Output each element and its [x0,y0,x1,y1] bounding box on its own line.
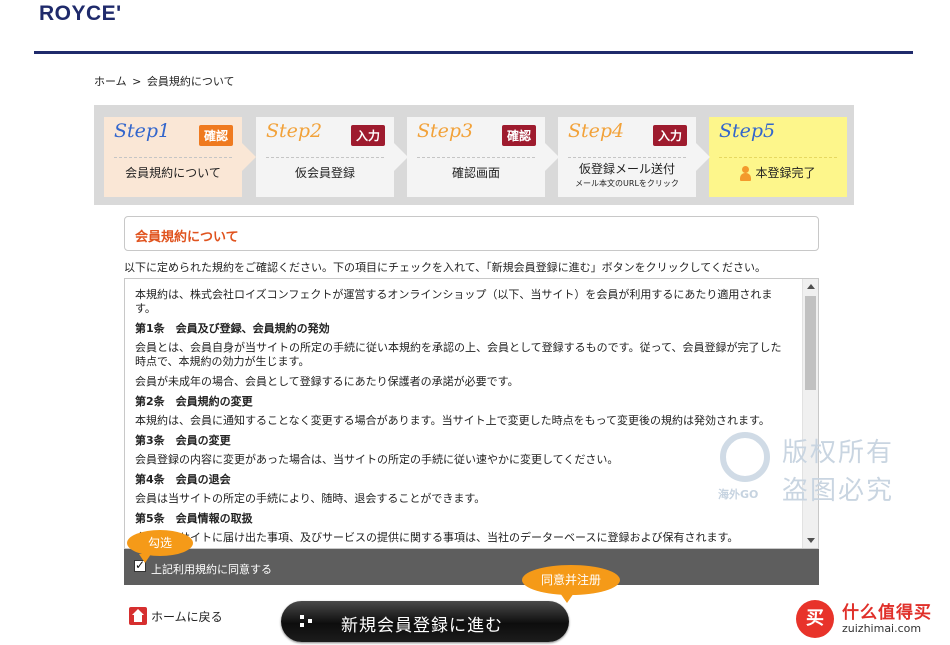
step-divider [266,157,384,158]
step-1-badge: 確認 [199,125,234,146]
step-3: Step3 確認 確認画面 [407,117,559,197]
step-4-name: Step4 [568,120,625,142]
step-5-label-block: 本登録完了 [709,164,847,181]
step-2-label: 仮会員登録 [294,166,355,180]
step-4: Step4 入力 仮登録メール送付 メール本文のURLをクリック [558,117,710,197]
annotation-bubble-check: 勾选 [127,530,193,563]
breadcrumb: ホーム > 会員規約について [94,73,237,89]
step-5-name: Step5 [719,120,776,142]
step-3-label: 確認画面 [451,166,500,180]
agree-label[interactable]: 上記利用規約に同意する [151,561,272,577]
home-link[interactable]: ホームに戻る [129,607,223,625]
watermark-haiwaigo: 海外GO 版权所有 盗图必究 [718,432,908,506]
terms-scroll-box[interactable]: 本規約は、株式会社ロイズコンフェクトが運営するオンラインショップ（以下、当サイト… [124,278,819,549]
step-3-badge: 確認 [502,125,537,146]
page: ROYCE' ホーム > 会員規約について Step1 確認 会員規約について … [0,0,950,645]
terms-scrollbar[interactable] [802,279,818,548]
article-4-para-1: 会員は当サイトの所定の手続により、随時、退会することができます。 [135,492,486,505]
terms-intro: 本規約は、株式会社ロイズコンフェクトが運営するオンラインショップ（以下、当サイト… [135,288,773,315]
step-4-sublabel: メール本文のURLをクリック [575,179,679,188]
step-divider [719,157,837,158]
register-button[interactable]: 新規会員登録に進む [281,601,569,642]
step-2-name: Step2 [266,120,323,142]
article-1-para-2: 会員が未成年の場合、会員として登録するにあたり保護者の承諾が必要です。 [135,375,519,388]
home-link-label[interactable]: ホームに戻る [151,608,223,625]
step-2: Step2 入力 仮会員登録 [256,117,408,197]
royce-logo[interactable]: ROYCE' [39,2,122,26]
breadcrumb-separator: > [132,75,142,88]
dots-icon [300,615,312,627]
scroll-down-arrow-icon[interactable] [807,538,815,543]
scroll-up-arrow-icon[interactable] [807,284,815,289]
step-arrow [394,143,408,171]
step-1-label: 会員規約について [125,166,221,180]
header-divider [34,51,913,54]
watermark-line-1: 版权所有 [782,438,895,468]
article-2-heading: 第2条 会員規約の変更 [135,395,253,408]
step-2-badge: 入力 [351,125,386,146]
step-arrow [545,143,559,171]
article-3-para-1: 会員登録の内容に変更があった場合は、当サイトの所定の手続に従い速やかに変更してく… [135,453,619,466]
article-1-heading: 第1条 会員及び登録、会員規約の発効 [135,322,330,335]
registration-steps: Step1 確認 会員規約について Step2 入力 仮会員登録 Step3 確… [94,105,854,205]
smzdm-url: zuizhimai.com [842,622,922,635]
step-4-badge: 入力 [653,125,688,146]
step-5: Step5 本登録完了 [709,117,847,197]
article-2-para-1: 本規約は、会員に通知することなく変更する場合があります。当サイト上で変更した時点… [135,414,770,427]
step-divider [417,157,535,158]
intro-text: 以下に定められた規約をご確認ください。下の項目にチェックを入れて、「新規会員登録… [124,261,766,274]
register-button-label[interactable]: 新規会員登録に進む [341,611,503,636]
step-3-name: Step3 [417,120,474,142]
step-arrow [242,143,256,171]
smzdm-name: 什么值得买 [842,603,932,623]
section-header: 会員規約について [124,216,819,251]
step-1: Step1 確認 会員規約について [104,117,256,197]
article-4-heading: 第4条 会員の退会 [135,473,231,486]
step-divider [114,157,232,158]
article-1-para-1: 会員とは、会員自身が当サイトの所定の手続に従い本規約を承認の上、会員として登録す… [135,341,782,368]
haiwaigo-brand: 海外GO [718,488,759,501]
step-5-label: 本登録完了 [755,166,816,180]
step-1-name: Step1 [114,120,171,142]
breadcrumb-current: 会員規約について [146,75,235,88]
terms-content: 本規約は、株式会社ロイズコンフェクトが運営するオンラインショップ（以下、当サイト… [135,288,790,548]
breadcrumb-home[interactable]: ホーム [94,75,127,88]
watermark-smzdm: 买 什么值得买 zuizhimai.com [796,598,946,642]
agree-bar: 上記利用規約に同意する [124,549,819,585]
article-5-heading: 第5条 会員情報の取扱 [135,512,253,525]
person-icon [740,166,752,181]
step-4-label-block: 仮登録メール送付 メール本文のURLをクリック [558,160,696,189]
article-5-para-1: 会員が当サイトに届け出た事項、及びサービスの提供に関する事項は、当社のデーターベ… [135,531,739,544]
home-icon [129,607,147,625]
smzdm-logo-icon: 买 [796,600,834,638]
scroll-thumb[interactable] [805,296,816,390]
step-4-label: 仮登録メール送付 [578,162,675,176]
article-3-heading: 第3条 会員の変更 [135,434,231,447]
section-title: 会員規約について [135,230,239,245]
step-arrow [696,143,710,171]
watermark-line-2: 盗图必究 [782,476,895,506]
haiwaigo-logo-icon [720,432,770,482]
step-divider [568,157,686,158]
annotation-bubble-submit: 同意并注册 [522,565,620,603]
